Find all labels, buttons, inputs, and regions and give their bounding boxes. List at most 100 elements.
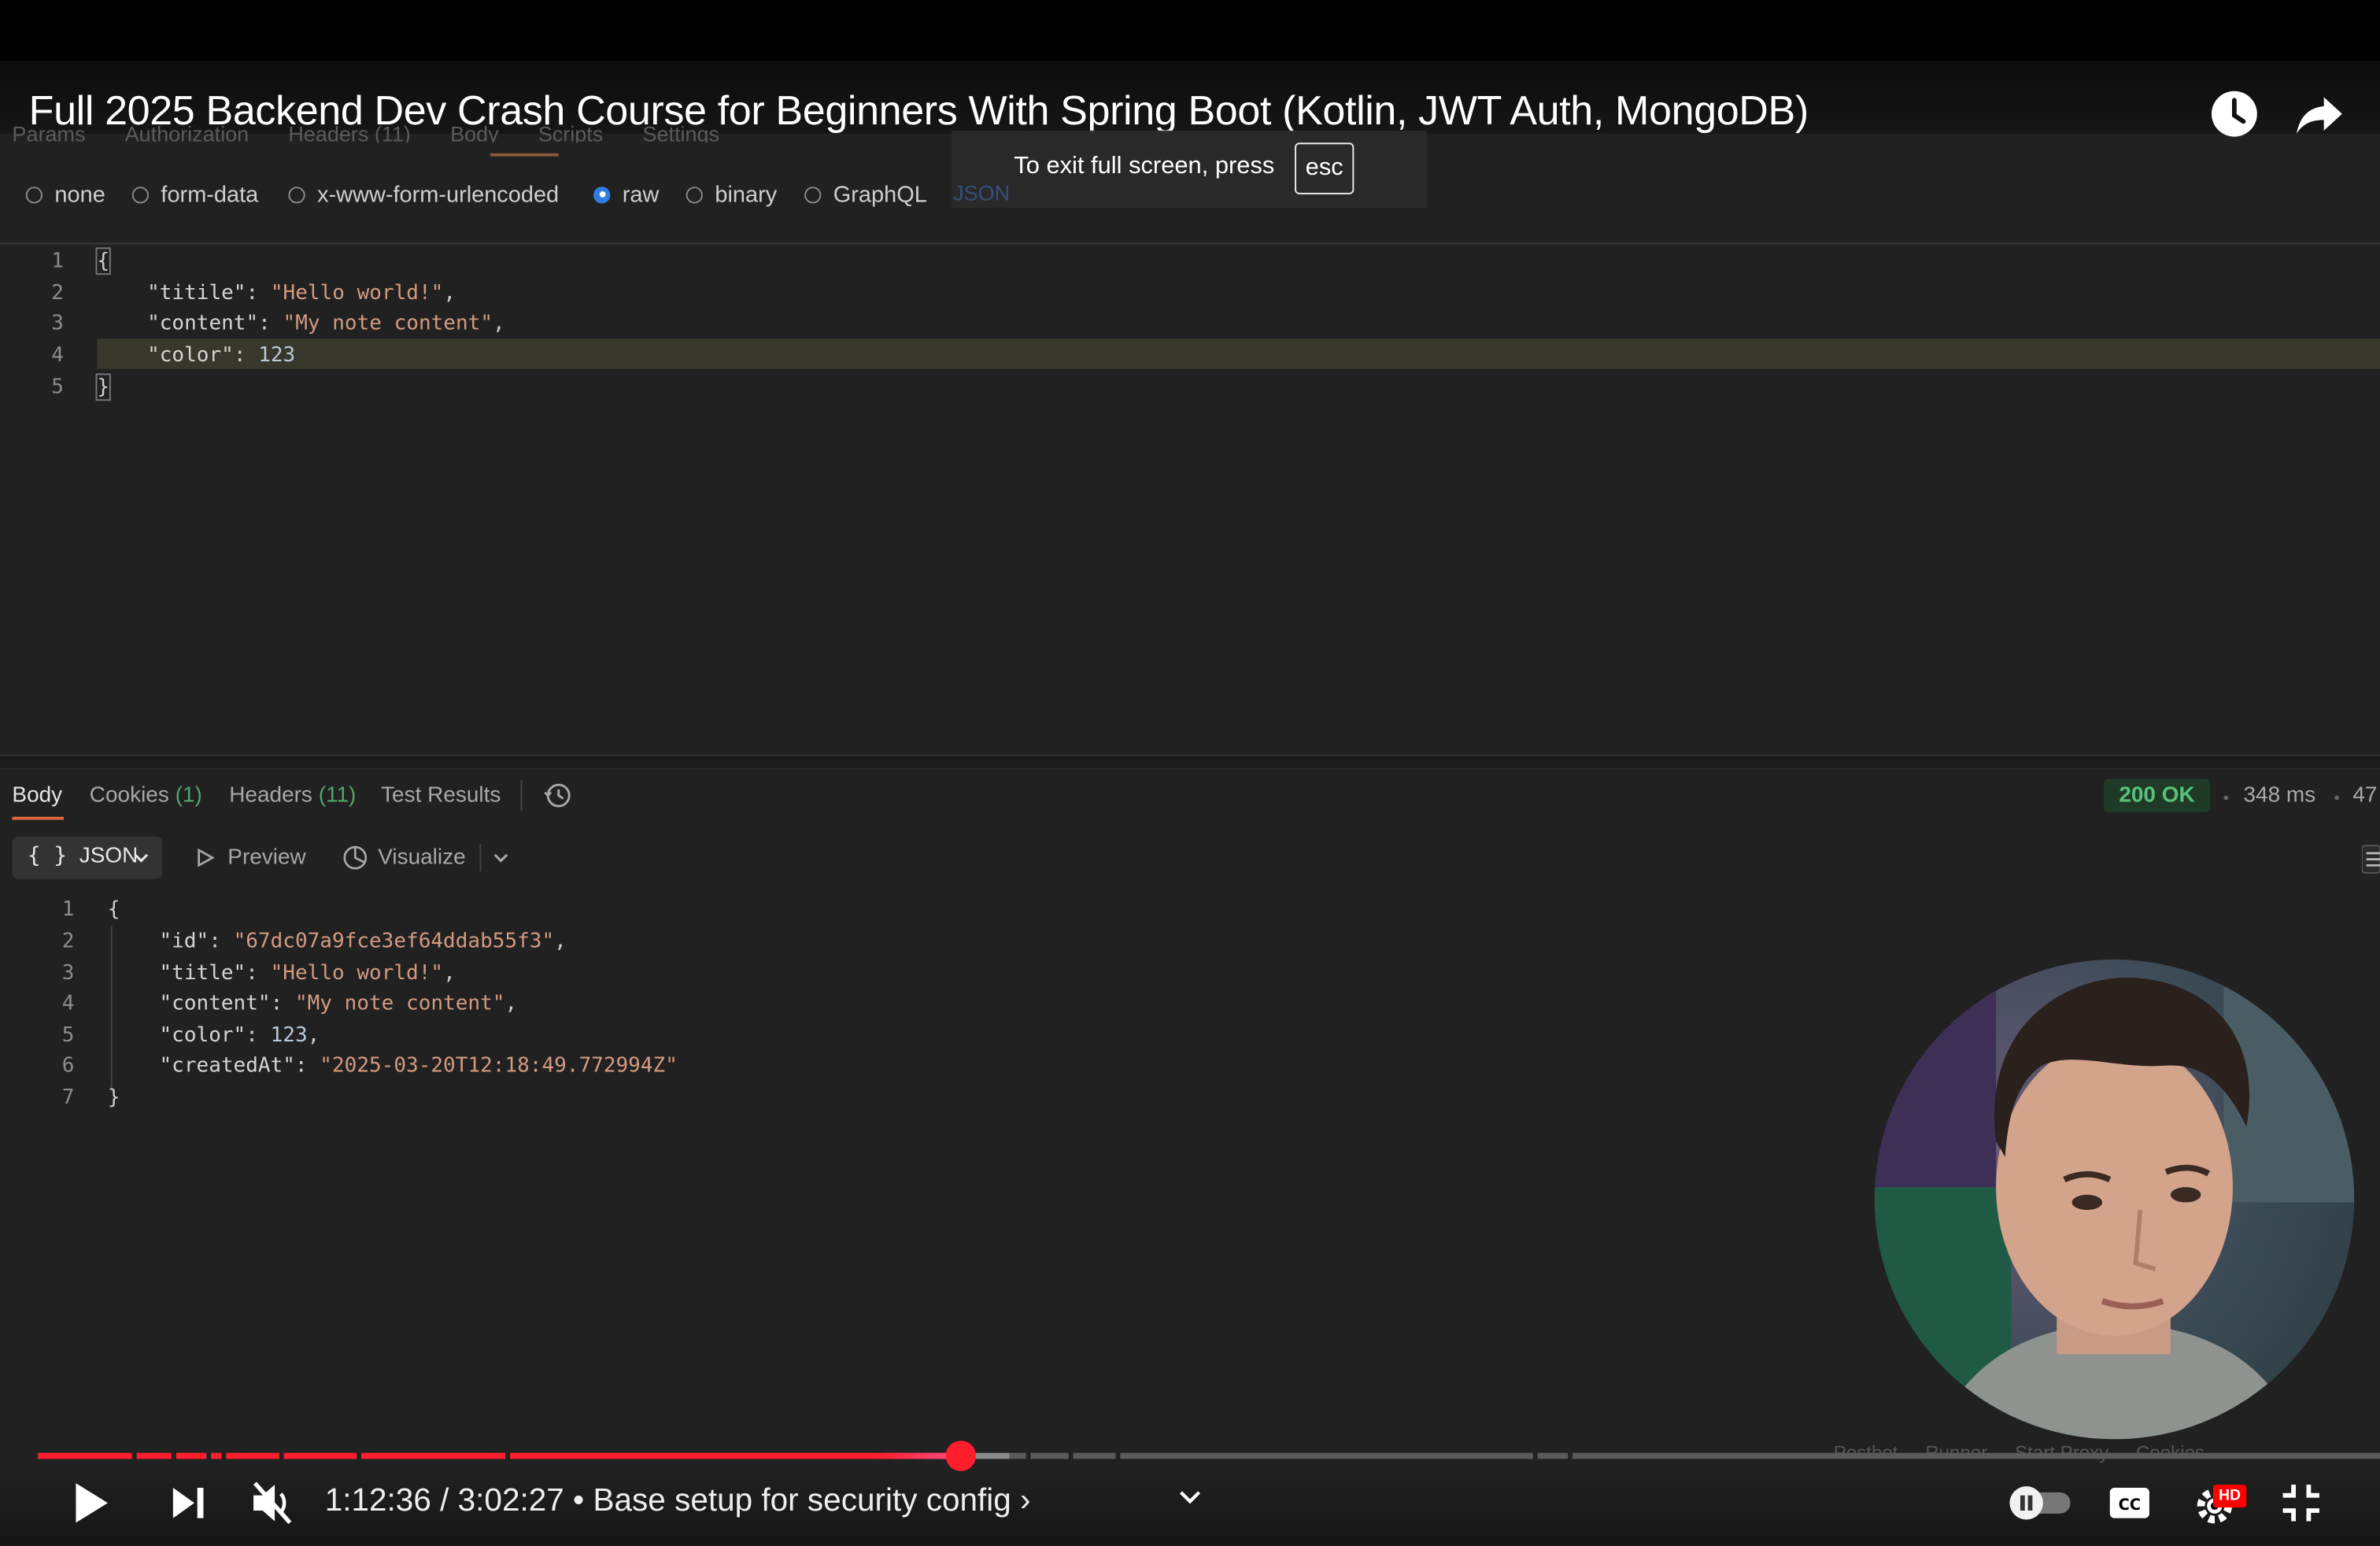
response-time[interactable]: 348 ms bbox=[2243, 783, 2315, 808]
radio-graphql[interactable]: GraphQL bbox=[804, 179, 927, 210]
webcam-overlay bbox=[1874, 959, 2355, 1440]
next-icon[interactable] bbox=[168, 1478, 208, 1529]
progress-segment bbox=[38, 1452, 132, 1459]
json-key: "color" bbox=[147, 342, 234, 368]
request-code-line[interactable]: } bbox=[95, 373, 112, 401]
radio-none[interactable]: none bbox=[25, 179, 105, 210]
response-tab-test-results[interactable]: Test Results bbox=[381, 783, 501, 808]
progress-scrubber[interactable] bbox=[945, 1441, 977, 1471]
radio-form-data-label: form-data bbox=[161, 181, 259, 208]
radio-form-data-circle[interactable] bbox=[131, 186, 150, 203]
progress-bar[interactable] bbox=[38, 1452, 2380, 1459]
radio-binary-circle[interactable] bbox=[686, 186, 703, 203]
progress-segment bbox=[1537, 1452, 1569, 1459]
visualize-icon[interactable] bbox=[342, 844, 369, 871]
json-value: "Hello world!" bbox=[270, 960, 444, 986]
line-number: 2 bbox=[51, 280, 65, 305]
request-code-line[interactable]: "color": 123 bbox=[147, 343, 295, 368]
radio-binary[interactable]: binary bbox=[686, 179, 777, 210]
progress-segment bbox=[510, 1452, 910, 1459]
request-code-line[interactable]: "content": "My note content", bbox=[147, 311, 505, 335]
line-number: 3 bbox=[61, 960, 75, 986]
json-value: "My note content" bbox=[294, 991, 505, 1016]
json-key: "color" bbox=[159, 1023, 246, 1048]
json-value: "Hello world!" bbox=[270, 280, 444, 305]
status-badge[interactable]: 200 OK bbox=[2104, 779, 2211, 812]
duration: 3:02:27 bbox=[457, 1483, 564, 1518]
json-value: 123 bbox=[270, 1023, 308, 1048]
history-icon[interactable] bbox=[543, 780, 574, 811]
json-comma: , bbox=[443, 960, 456, 986]
line-number: 7 bbox=[61, 1085, 75, 1110]
line-number: 4 bbox=[61, 991, 75, 1016]
share-icon[interactable] bbox=[2293, 88, 2345, 140]
video-title[interactable]: Full 2025 Backend Dev Crash Course for B… bbox=[29, 88, 1809, 135]
chevron-down-icon[interactable] bbox=[492, 850, 510, 865]
play-icon[interactable] bbox=[70, 1478, 113, 1529]
tab-label: Cookies bbox=[89, 783, 169, 808]
chevron-down-icon[interactable] bbox=[1178, 1488, 1203, 1506]
progress-segment bbox=[361, 1452, 506, 1459]
line-number: 5 bbox=[61, 1023, 75, 1048]
response-size[interactable]: 47 bbox=[2352, 783, 2377, 808]
line-number: 1 bbox=[61, 897, 75, 922]
line-number: 4 bbox=[51, 342, 65, 368]
response-code-line: } bbox=[107, 1085, 120, 1110]
tab-body-underline bbox=[490, 153, 559, 157]
radio-none-circle[interactable] bbox=[25, 186, 43, 203]
line-number: 6 bbox=[61, 1053, 75, 1078]
captions-icon[interactable]: CC bbox=[2108, 1486, 2151, 1519]
watch-later-icon[interactable] bbox=[2208, 88, 2260, 140]
json-value: "67dc07a9fce3ef64ddab55f3" bbox=[233, 929, 555, 954]
indent-guide bbox=[110, 926, 113, 1090]
response-tab-cookies[interactable]: Cookies (1) bbox=[90, 783, 202, 808]
play-preview-icon[interactable] bbox=[194, 847, 216, 868]
visualize-button[interactable]: Visualize bbox=[378, 845, 465, 870]
progress-segment bbox=[226, 1452, 279, 1459]
muted-volume-icon[interactable] bbox=[249, 1478, 294, 1529]
raw-format-select[interactable]: JSON bbox=[953, 181, 1010, 205]
chevron-down-icon bbox=[134, 853, 149, 863]
response-tab-body[interactable]: Body bbox=[12, 783, 62, 808]
progress-segment bbox=[1073, 1452, 1116, 1459]
toolbar-divider bbox=[479, 844, 482, 872]
radio-urlencoded-circle[interactable] bbox=[288, 186, 305, 203]
format-name: JSON bbox=[79, 844, 139, 869]
separator-dot bbox=[2223, 795, 2229, 801]
open-brace: { bbox=[95, 247, 112, 276]
request-code-line[interactable]: "titile": "Hello world!", bbox=[147, 281, 456, 305]
preview-button[interactable]: Preview bbox=[227, 845, 305, 870]
response-format-label: { } JSON bbox=[28, 844, 139, 868]
tab-count: (1) bbox=[175, 783, 202, 808]
editor-divider bbox=[0, 242, 2380, 245]
progress-segment bbox=[1030, 1452, 1069, 1459]
radio-raw-circle[interactable] bbox=[593, 186, 611, 203]
separator-dot bbox=[2334, 795, 2339, 801]
exit-fullscreen-text: To exit full screen, press bbox=[1014, 153, 1275, 179]
response-code-line: { bbox=[107, 897, 120, 922]
radio-urlencoded-label: x-www-form-urlencoded bbox=[317, 181, 560, 208]
current-line-highlight bbox=[97, 338, 2380, 369]
radio-urlencoded[interactable]: x-www-form-urlencoded bbox=[288, 179, 559, 210]
pane-splitter[interactable] bbox=[0, 754, 2380, 770]
autoplay-toggle-icon[interactable] bbox=[2007, 1483, 2074, 1522]
json-key: "content" bbox=[147, 311, 259, 336]
line-number: 5 bbox=[51, 375, 65, 400]
progress-segment bbox=[1572, 1452, 2380, 1459]
line-number: 1 bbox=[51, 249, 65, 274]
time-display[interactable]: 1:12:36 / 3:02:27 • Base setup for secur… bbox=[325, 1483, 1031, 1519]
response-tab-headers[interactable]: Headers (11) bbox=[229, 783, 356, 808]
json-comma: , bbox=[504, 991, 518, 1016]
request-code-line[interactable]: { bbox=[95, 247, 112, 276]
json-comma: , bbox=[443, 280, 456, 305]
tab-count: (11) bbox=[318, 783, 357, 808]
json-key: "createdAt" bbox=[159, 1053, 295, 1078]
response-code-line: "title": "Hello world!", bbox=[159, 960, 456, 986]
radio-raw[interactable]: raw bbox=[593, 179, 659, 210]
radio-form-data[interactable]: form-data bbox=[131, 179, 259, 210]
radio-graphql-circle[interactable] bbox=[804, 186, 822, 203]
chapter-title[interactable]: Base setup for security config bbox=[593, 1483, 1011, 1518]
svg-text:CC: CC bbox=[2119, 1496, 2141, 1514]
exit-fullscreen-icon[interactable] bbox=[2278, 1480, 2324, 1526]
menu-lines-icon[interactable] bbox=[2361, 844, 2380, 875]
